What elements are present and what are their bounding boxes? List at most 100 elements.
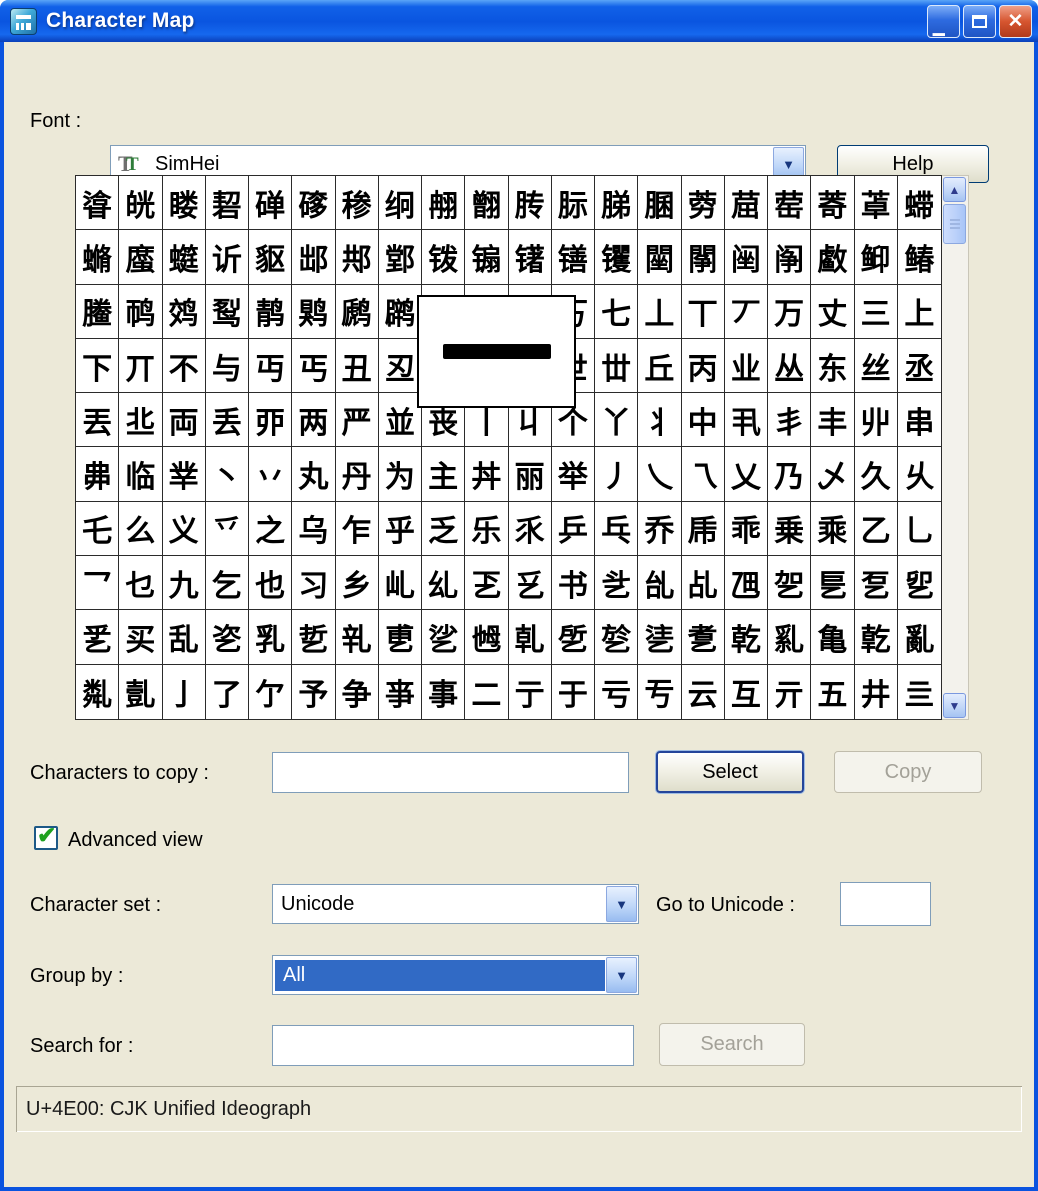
grid-cell[interactable]: 丒 — [379, 339, 422, 393]
grid-cell[interactable]: 乐 — [465, 502, 508, 556]
grid-cell[interactable]: 並 — [379, 393, 422, 447]
grid-cell[interactable]: 䴘 — [336, 285, 379, 339]
grid-cell[interactable]: 丶 — [206, 447, 249, 501]
grid-cell[interactable]: 争 — [336, 665, 379, 719]
grid-cell[interactable]: 二 — [465, 665, 508, 719]
grid-cell[interactable]: 丟 — [76, 393, 119, 447]
grid-cell[interactable]: 䦟 — [638, 230, 681, 284]
grid-cell[interactable]: 丙 — [682, 339, 725, 393]
grid-cell[interactable]: 乡 — [336, 556, 379, 610]
grid-cell[interactable]: 东 — [811, 339, 854, 393]
grid-cell[interactable]: 䓨 — [768, 176, 811, 230]
grid-cell[interactable]: 亂 — [898, 610, 941, 664]
grid-cell[interactable]: 丣 — [249, 393, 292, 447]
grid-cell[interactable]: 丰 — [811, 393, 854, 447]
grid-cell[interactable]: 严 — [336, 393, 379, 447]
grid-cell[interactable]: 久 — [855, 447, 898, 501]
grid-cell[interactable]: 䣘 — [379, 230, 422, 284]
grid-cell[interactable]: 乭 — [855, 556, 898, 610]
grid-cell[interactable]: 亅 — [163, 665, 206, 719]
grid-cell[interactable]: 䲠 — [898, 230, 941, 284]
grid-cell[interactable]: 䦆 — [595, 230, 638, 284]
grid-cell[interactable]: 乼 — [638, 610, 681, 664]
grid-cell[interactable]: 䗖 — [898, 176, 941, 230]
grid-cell[interactable]: 亖 — [898, 665, 941, 719]
grid-cell[interactable]: 乊 — [206, 502, 249, 556]
grid-cell[interactable]: 乂 — [725, 447, 768, 501]
grid-cell[interactable]: 䲢 — [76, 285, 119, 339]
grid-cell[interactable]: 丯 — [768, 393, 811, 447]
grid-cell[interactable]: 䲟 — [855, 230, 898, 284]
grid-cell[interactable]: 乯 — [76, 610, 119, 664]
grid-cell[interactable]: 乽 — [682, 610, 725, 664]
grid-cell[interactable]: 乾 — [725, 610, 768, 664]
grid-cell[interactable]: 丆 — [725, 285, 768, 339]
grid-cell[interactable]: 䅟 — [336, 176, 379, 230]
grid-cell[interactable]: 乙 — [855, 502, 898, 556]
grid-cell[interactable]: 亀 — [811, 610, 854, 664]
grid-cell[interactable]: 乢 — [379, 556, 422, 610]
grid-cell[interactable]: 业 — [725, 339, 768, 393]
grid-cell[interactable]: 乃 — [768, 447, 811, 501]
grid-cell[interactable]: 䏲 — [595, 176, 638, 230]
grid-cell[interactable]: 乸 — [465, 610, 508, 664]
grid-cell[interactable]: 䦂 — [465, 230, 508, 284]
grid-cell[interactable]: 乣 — [422, 556, 465, 610]
grid-cell[interactable]: 丅 — [682, 285, 725, 339]
grid-cell[interactable]: 丫 — [595, 393, 638, 447]
grid-cell[interactable]: 云 — [682, 665, 725, 719]
grid-cell[interactable]: 䴔 — [163, 285, 206, 339]
grid-cell[interactable]: 丛 — [768, 339, 811, 393]
grid-cell[interactable]: 亇 — [249, 665, 292, 719]
grid-cell[interactable]: 乆 — [898, 447, 941, 501]
grid-cell[interactable]: 丈 — [811, 285, 854, 339]
grid-cell[interactable]: 丼 — [465, 447, 508, 501]
grid-cell[interactable]: 丑 — [336, 339, 379, 393]
grid-cell[interactable]: 㿠 — [119, 176, 162, 230]
go-to-unicode-input[interactable] — [840, 882, 931, 926]
grid-cell[interactable]: 䁖 — [163, 176, 206, 230]
grid-cell[interactable]: 亁 — [855, 610, 898, 664]
maximize-button[interactable] — [963, 5, 996, 38]
grid-cell[interactable]: 为 — [379, 447, 422, 501]
grid-cell[interactable]: 主 — [422, 447, 465, 501]
scroll-down-button[interactable]: ▼ — [943, 693, 966, 718]
close-button[interactable]: ✕ — [999, 5, 1032, 38]
grid-cell[interactable]: 䴕 — [206, 285, 249, 339]
grid-cell[interactable]: 㽏 — [76, 176, 119, 230]
grid-cell[interactable]: 䢼 — [336, 230, 379, 284]
grid-cell[interactable]: 事 — [422, 665, 465, 719]
grid-cell[interactable]: 丝 — [855, 339, 898, 393]
grid-cell[interactable]: 䜣 — [206, 230, 249, 284]
grid-cell[interactable]: 亐 — [638, 665, 681, 719]
character-set-combobox[interactable]: Unicode ▼ — [272, 884, 639, 924]
grid-cell[interactable]: 丳 — [76, 447, 119, 501]
grid-cell[interactable]: 亊 — [379, 665, 422, 719]
group-by-combobox[interactable]: All ▼ — [272, 955, 639, 995]
grid-cell[interactable]: 䦅 — [552, 230, 595, 284]
grid-cell[interactable]: 䥽 — [422, 230, 465, 284]
grid-cell[interactable]: 乹 — [509, 610, 552, 664]
grid-cell[interactable]: 九 — [163, 556, 206, 610]
select-button[interactable]: Select — [656, 751, 804, 793]
grid-cell[interactable]: 䗴 — [163, 230, 206, 284]
grid-scrollbar[interactable]: ▲ ▼ — [942, 175, 969, 720]
grid-cell[interactable]: 乇 — [76, 502, 119, 556]
grid-cell[interactable]: 䏡 — [552, 176, 595, 230]
grid-cell[interactable]: 乷 — [422, 610, 465, 664]
grid-cell[interactable]: 乳 — [249, 610, 292, 664]
grid-cell[interactable]: 乓 — [595, 502, 638, 556]
grid-cell[interactable]: 了 — [206, 665, 249, 719]
grid-cell[interactable]: 于 — [552, 665, 595, 719]
grid-cell[interactable]: 乧 — [595, 556, 638, 610]
grid-cell[interactable]: 䦶 — [768, 230, 811, 284]
grid-cell[interactable]: 买 — [119, 610, 162, 664]
grid-cell[interactable]: 丐 — [292, 339, 335, 393]
grid-cell[interactable]: 乵 — [336, 610, 379, 664]
grid-cell[interactable]: 䃅 — [249, 176, 292, 230]
grid-cell[interactable]: 七 — [595, 285, 638, 339]
grid-cell[interactable]: 亄 — [119, 665, 162, 719]
grid-cell[interactable]: 丘 — [638, 339, 681, 393]
grid-cell[interactable]: 乿 — [768, 610, 811, 664]
grid-cell[interactable]: 乕 — [682, 502, 725, 556]
